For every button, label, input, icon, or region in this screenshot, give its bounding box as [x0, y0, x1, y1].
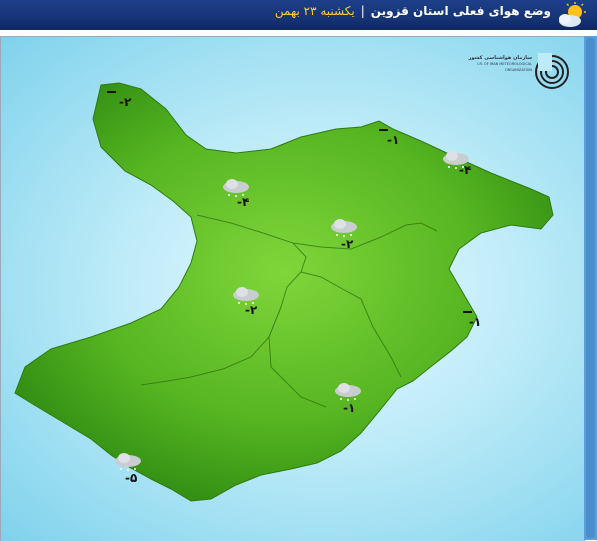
title-text: وضع هوای فعلی استان قزوین	[370, 4, 551, 18]
station-temp: -۲	[119, 95, 132, 109]
sun-behind-cloud-icon	[559, 2, 586, 27]
map-panel: سازمان هواشناسی کشور I.R. OF IRAN METEOR…	[0, 36, 585, 541]
snow-cloud-icon	[331, 219, 357, 237]
station-marker	[463, 311, 472, 313]
station-temp: -۴	[237, 195, 250, 209]
vertical-scrollbar[interactable]	[584, 36, 597, 540]
station-marker	[379, 129, 388, 131]
snow-cloud-icon	[115, 453, 141, 471]
station-sw: -۵	[113, 451, 159, 491]
station-cw: -۲	[231, 285, 277, 325]
station-temp: -۴	[459, 163, 472, 177]
header-bar: وضع هوای فعلی استان قزوین | یکشنبه ۲۳ بهمن	[0, 0, 597, 30]
date-text: یکشنبه ۲۳ بهمن	[274, 4, 355, 18]
station-nw: -۲	[105, 89, 151, 129]
station-temp: -۲	[245, 303, 258, 317]
station-e: -۱	[457, 307, 503, 347]
title-separator: |	[360, 4, 365, 18]
logo-name: سازمان هواشناسی کشور I.R. OF IRAN METEOR…	[462, 55, 532, 73]
station-temp: -۱	[343, 401, 356, 415]
province-shape	[14, 82, 554, 502]
page-title: وضع هوای فعلی استان قزوین | یکشنبه ۲۳ بهمن	[275, 4, 551, 18]
irimo-logo: سازمان هواشناسی کشور I.R. OF IRAN METEOR…	[454, 47, 574, 97]
snow-cloud-icon	[335, 383, 361, 401]
station-temp: -۵	[125, 471, 138, 485]
station-w: -۴	[221, 177, 267, 217]
station-se: -۱	[333, 381, 379, 421]
station-ne-cloud: -۴	[441, 149, 487, 189]
station-temp: -۱	[469, 315, 482, 329]
scrollbar-thumb[interactable]	[586, 38, 595, 538]
station-c: -۲	[329, 217, 375, 257]
station-ne: -۱	[373, 127, 419, 167]
station-marker	[107, 91, 116, 93]
irimo-logo-icon	[535, 53, 569, 89]
station-temp: -۲	[341, 237, 354, 251]
logo-name-en: I.R. OF IRAN METEOROLOGICAL ORGANIZATION	[477, 62, 532, 72]
province-map	[14, 82, 554, 502]
station-temp: -۱	[387, 133, 400, 147]
